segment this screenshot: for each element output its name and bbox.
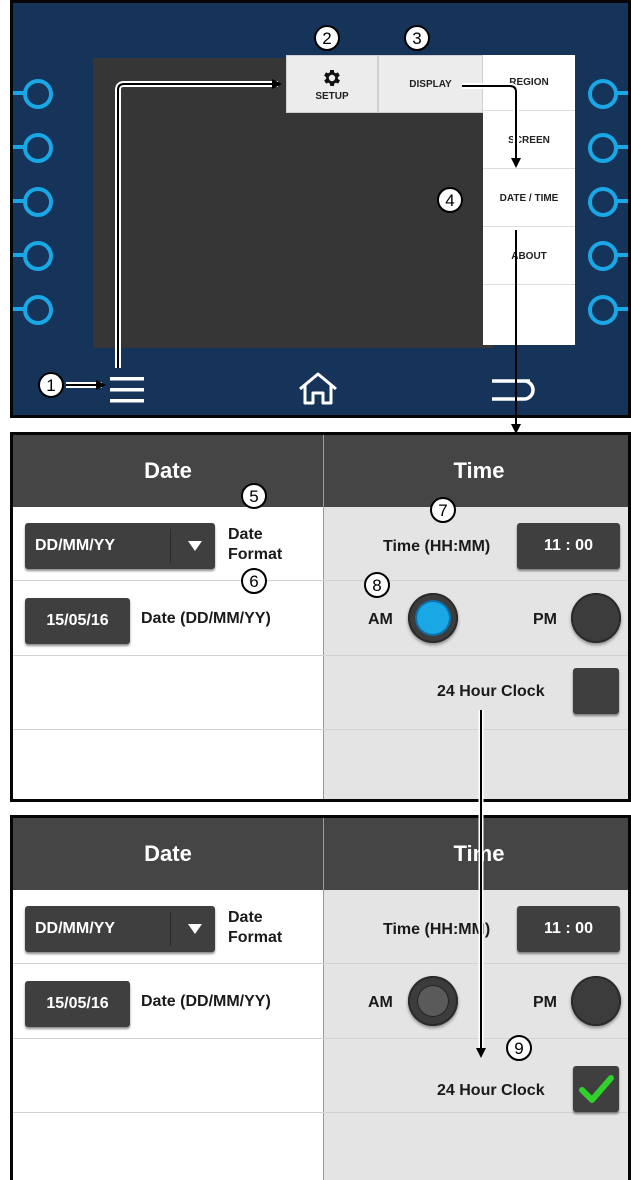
annotation-arrows (66, 79, 521, 1058)
callout-6: 6 (241, 568, 267, 594)
callout-1: 1 (38, 372, 64, 398)
callout-5: 5 (241, 483, 267, 509)
callout-8: 8 (364, 572, 390, 598)
callout-3: 3 (404, 25, 430, 51)
callout-2: 2 (314, 25, 340, 51)
callout-9: 9 (506, 1035, 532, 1061)
arrow-display-to-date-time (462, 83, 519, 164)
arrow-menu-to-setup (117, 79, 282, 368)
callout-4: 4 (437, 187, 463, 213)
arrow-display-to-date-time (462, 85, 521, 168)
arrow-menu-to-setup (115, 81, 278, 368)
callout-7: 7 (430, 497, 456, 523)
